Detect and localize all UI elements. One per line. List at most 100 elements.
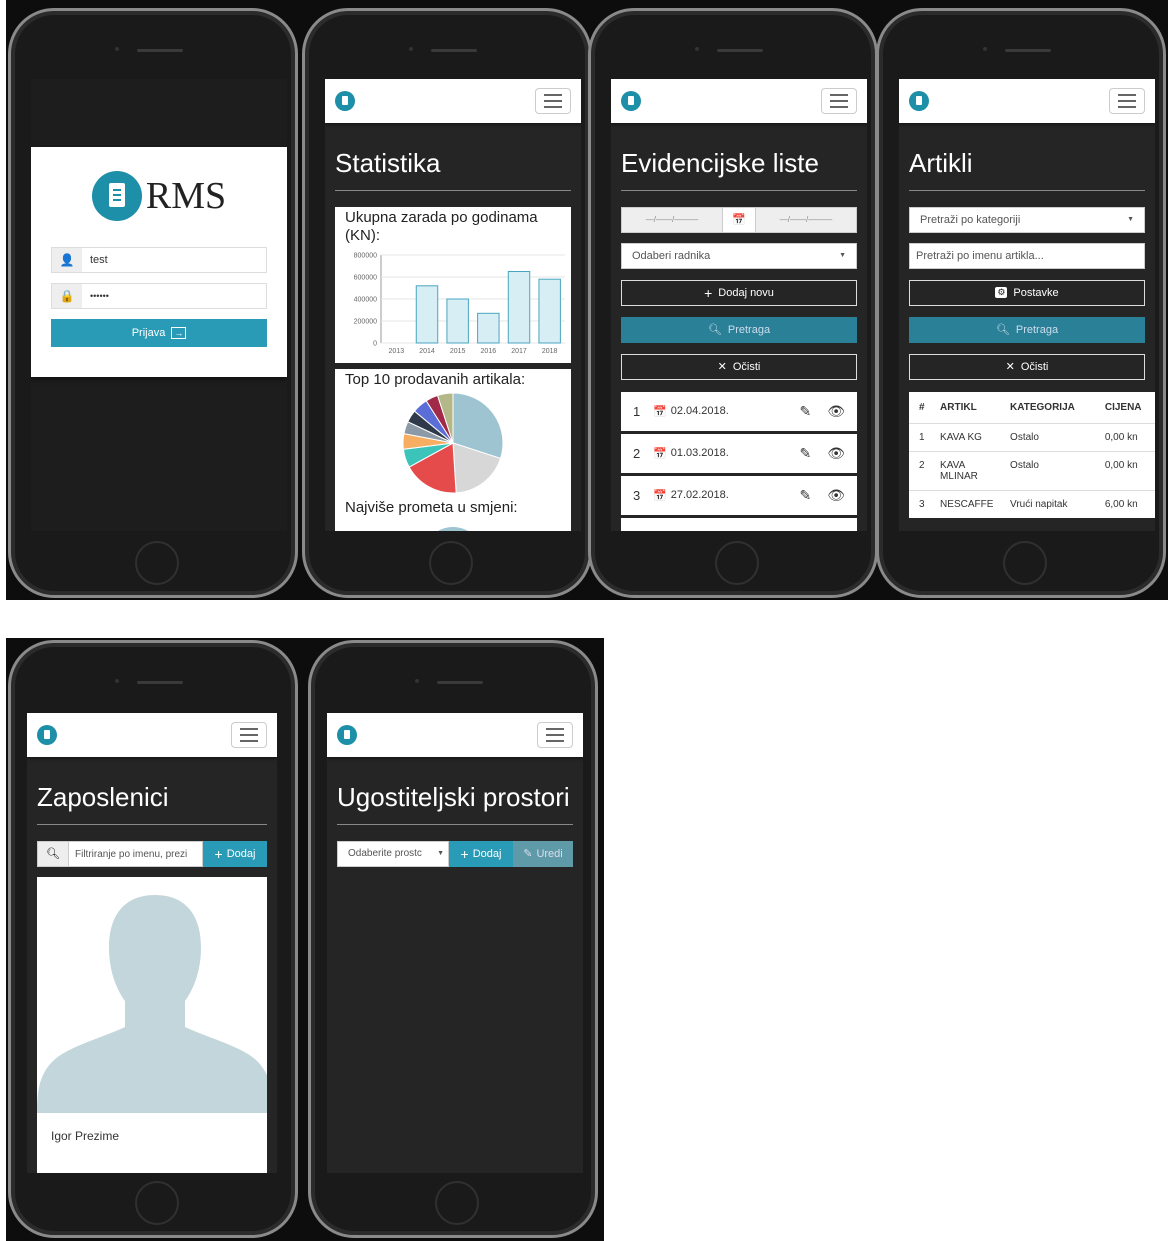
edit-icon[interactable]: ✎ <box>799 487 811 504</box>
phone-venues: Ugostiteljski prostori Odaberite prostc … <box>308 640 598 1238</box>
page-title: Zaposlenici <box>37 757 267 825</box>
cell-article: KAVA KG <box>935 422 1006 451</box>
home-button[interactable] <box>429 541 473 585</box>
add-new-label: Dodaj novu <box>718 286 774 299</box>
username-input[interactable]: test <box>82 248 266 272</box>
edit-icon[interactable]: ✎ <box>799 445 811 462</box>
search-label: Pretraga <box>1015 323 1059 336</box>
cell-num: 2 <box>909 450 936 490</box>
navbar <box>327 713 583 757</box>
edit-venue-button[interactable]: ✎ Uredi <box>513 840 573 867</box>
dropdown-caret-icon: ▼ <box>1127 216 1134 223</box>
x-tick-label: 2017 <box>511 348 527 355</box>
clear-label: Očisti <box>1020 360 1049 373</box>
venue-toolbar: Odaberite prostc ▼ + Dodaj ✎ Uredi <box>337 840 573 867</box>
menu-toggle-icon[interactable] <box>535 88 571 114</box>
x-tick-label: 2014 <box>419 348 435 355</box>
login-button[interactable]: Prijava → <box>51 319 267 347</box>
y-tick-label: 0 <box>373 340 377 347</box>
article-name-input[interactable]: Pretraži po imenu artikla... <box>909 242 1145 269</box>
worker-select[interactable]: Odaberi radnika ▼ <box>621 242 857 269</box>
employee-filter-input[interactable]: Filtriranje po imenu, prezi <box>69 840 203 867</box>
top-articles-chart-card: Top 10 prodavanih artikala: <box>335 368 571 497</box>
date-range: —/——/——— 📅 —/——/——— <box>621 206 857 233</box>
menu-toggle-icon[interactable] <box>537 722 573 748</box>
table-row[interactable]: 2 KAVA MLINAR Ostalo 0,00 kn <box>909 450 1155 490</box>
table-row[interactable]: 1 KAVA KG Ostalo 0,00 kn <box>909 422 1155 451</box>
cell-price: 0,00 kn <box>1099 450 1155 490</box>
worker-select-label: Odaberi radnika <box>632 249 711 262</box>
col-header-num[interactable]: # <box>909 392 935 424</box>
menu-toggle-icon[interactable] <box>821 88 857 114</box>
logo-icon[interactable] <box>337 725 357 745</box>
add-new-button[interactable]: + Dodaj novu <box>621 279 857 306</box>
password-input[interactable]: •••••• <box>82 284 266 308</box>
add-employee-button[interactable]: + Dodaj <box>203 840 267 867</box>
avatar <box>37 876 267 1113</box>
clear-button[interactable]: ✕ Očisti <box>909 353 1145 380</box>
logo-icon[interactable] <box>909 91 929 111</box>
view-icon[interactable]: 👁 <box>827 403 845 420</box>
edit-venue-label: Uredi <box>536 847 563 860</box>
articles-table-wrap: # ARTIKL KATEGORIJA CIJENA 1 KAVA KG Ost… <box>909 391 1155 518</box>
avatar-silhouette-icon <box>37 894 267 1113</box>
list-item[interactable]: 1 📅 02.04.2018. ✎ 👁 <box>621 391 857 434</box>
home-button[interactable] <box>1003 541 1047 585</box>
logo-icon[interactable] <box>335 91 355 111</box>
cell-article: KAVA MLINAR <box>935 450 1006 490</box>
settings-button[interactable]: ⚙ Postavke <box>909 279 1145 306</box>
table-row[interactable]: 3 NESCAFFE Vrući napitak 6,00 kn <box>909 489 1155 518</box>
home-button[interactable] <box>715 541 759 585</box>
venue-select[interactable]: Odaberite prostc ▼ <box>337 840 449 867</box>
edit-icon[interactable]: ✎ <box>799 403 811 420</box>
home-button[interactable] <box>135 541 179 585</box>
calendar-icon[interactable]: 📅 <box>722 207 756 232</box>
cell-num: 3 <box>909 489 936 518</box>
clear-button[interactable]: ✕ Očisti <box>621 353 857 380</box>
bar <box>477 312 500 344</box>
login-arrow-icon: → <box>171 327 187 339</box>
item-date: 📅 02.04.2018. <box>653 405 783 418</box>
add-venue-button[interactable]: + Dodaj <box>449 840 513 867</box>
logo-icon[interactable] <box>621 91 641 111</box>
home-button[interactable] <box>435 1181 479 1225</box>
search-button[interactable]: 🔍︎ Pretraga <box>909 316 1145 343</box>
camera <box>409 47 413 51</box>
list-item[interactable]: 2 📅 01.03.2018. ✎ 👁 <box>621 433 857 476</box>
col-header-category[interactable]: KATEGORIJA <box>1005 392 1100 424</box>
statistics-screen: Statistika Ukupna zarada po godinama (KN… <box>325 79 581 531</box>
cell-price: 0,00 kn <box>1099 422 1155 451</box>
item-date: 📅 27.02.2018. <box>653 489 783 502</box>
list-item[interactable]: 3 📅 27.02.2018. ✎ 👁 <box>621 475 857 518</box>
shift-pie-chart <box>437 526 469 531</box>
gear-icon: ⚙ <box>995 287 1008 298</box>
view-icon[interactable]: 👁 <box>827 487 845 504</box>
close-icon: ✕ <box>717 361 727 373</box>
date-from-input[interactable]: —/——/——— <box>622 208 722 232</box>
home-button[interactable] <box>135 1181 179 1225</box>
item-date: 📅 01.03.2018. <box>653 447 783 460</box>
speaker <box>137 49 183 52</box>
table-header-row: # ARTIKL KATEGORIJA CIJENA <box>909 392 1155 424</box>
col-header-article[interactable]: ARTIKL <box>935 392 1005 424</box>
speaker <box>717 49 763 52</box>
search-button[interactable]: 🔍︎ Pretraga <box>621 316 857 343</box>
menu-toggle-icon[interactable] <box>231 722 267 748</box>
employee-card[interactable]: Igor Prezime <box>37 876 267 1173</box>
view-icon[interactable]: 👁 <box>827 445 845 462</box>
articles-table: # ARTIKL KATEGORIJA CIJENA 1 KAVA KG Ost… <box>909 391 1155 518</box>
calendar-icon: 📅 <box>653 405 667 418</box>
logo-icon[interactable] <box>37 725 57 745</box>
camera <box>115 679 119 683</box>
search-icon: 🔍︎ <box>37 840 69 867</box>
list-item[interactable] <box>621 517 857 531</box>
col-header-price[interactable]: CIJENA <box>1100 392 1155 424</box>
calendar-icon: 📅 <box>653 447 667 460</box>
camera <box>115 47 119 51</box>
speaker <box>1005 49 1051 52</box>
date-to-input[interactable]: —/——/——— <box>756 208 856 232</box>
cell-category: Ostalo <box>1005 422 1100 451</box>
category-select[interactable]: Pretraži po kategoriji ▼ <box>909 206 1145 233</box>
navbar <box>611 79 867 123</box>
menu-toggle-icon[interactable] <box>1109 88 1145 114</box>
